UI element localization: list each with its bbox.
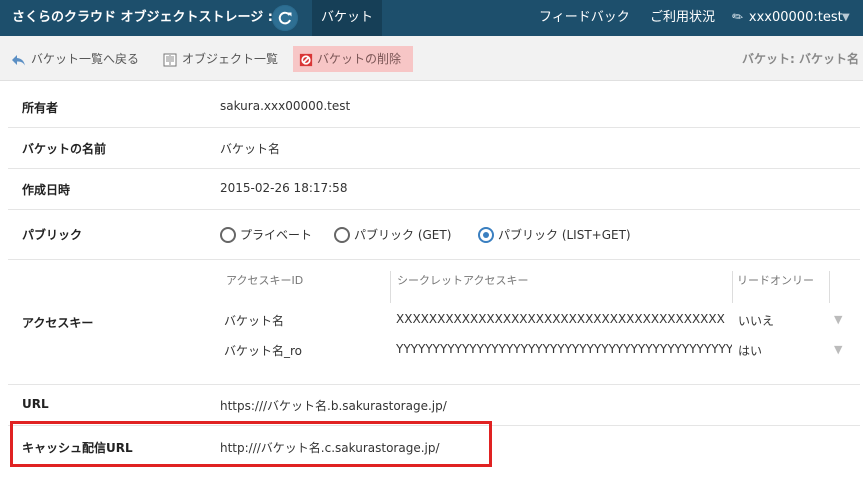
radio-public-get[interactable]: パブリック (GET) xyxy=(334,226,451,244)
access-key-label: アクセスキー xyxy=(22,316,94,330)
access-key-id-cell: バケット名_ro xyxy=(224,344,303,358)
owner-row: 所有者 sakura.xxx00000.test xyxy=(8,84,860,128)
read-only-header: リードオンリー xyxy=(737,274,814,287)
url-value: https:///バケット名.b.sakurastorage.jp/ xyxy=(220,399,447,413)
refresh-button[interactable] xyxy=(272,5,298,31)
top-navigation-bar: さくらのクラウド オブジェクトストレージ : バケット フィードバック ご利用状… xyxy=(0,0,863,36)
bucket-name-label: バケットの名前 xyxy=(22,142,107,156)
public-label: パブリック xyxy=(22,228,83,242)
object-list-label: オブジェクト一覧 xyxy=(182,52,279,66)
back-to-bucket-list-button[interactable]: バケット一覧へ戻る xyxy=(11,46,139,72)
url-row: URL https:///バケット名.b.sakurastorage.jp/ xyxy=(8,384,860,426)
radio-private[interactable]: プライベート xyxy=(220,226,312,244)
refresh-icon xyxy=(278,11,292,25)
user-menu[interactable]: ✎ xxx00000:test xyxy=(729,0,843,36)
usage-status-link[interactable]: ご利用状況 xyxy=(650,0,715,36)
bucket-name-row: バケットの名前 バケット名 xyxy=(8,127,860,169)
column-separator xyxy=(829,271,830,303)
created-value: 2015-02-26 18:17:58 xyxy=(220,181,348,195)
radio-label-private: プライベート xyxy=(240,228,313,242)
owner-value: sakura.xxx00000.test xyxy=(220,99,351,113)
owner-label: 所有者 xyxy=(22,101,59,115)
user-name: xxx00000:test xyxy=(748,10,843,25)
access-key-id-header: アクセスキーID xyxy=(226,274,304,287)
access-key-row: アクセスキー アクセスキーID シークレットアクセスキー リードオンリー バケッ… xyxy=(8,259,860,385)
object-list-button[interactable]: オブジェクト一覧 xyxy=(162,46,278,72)
delete-bucket-button[interactable]: バケットの削除 xyxy=(293,46,413,72)
app-title: さくらのクラウド オブジェクトストレージ : xyxy=(12,10,273,25)
bucket-toolbar: バケット一覧へ戻る オブジェクト一覧 バケットの削除 バケット: バケット名 xyxy=(0,36,863,81)
back-arrow-icon xyxy=(12,54,25,65)
radio-label-public-list-get: パブリック (LIST+GET) xyxy=(498,228,631,242)
book-icon xyxy=(163,53,177,66)
bucket-tab[interactable]: バケット xyxy=(312,0,382,36)
secret-key-header: シークレットアクセスキー xyxy=(397,274,529,287)
column-separator xyxy=(390,271,391,303)
row-dropdown-icon[interactable]: ▼ xyxy=(834,343,842,356)
radio-circle xyxy=(220,226,236,243)
access-key-id-cell: バケット名 xyxy=(224,314,285,328)
feedback-link[interactable]: フィードバック xyxy=(539,0,630,36)
created-label: 作成日時 xyxy=(22,183,71,197)
radio-label-public-get: パブリック (GET) xyxy=(354,228,452,242)
prohibited-icon xyxy=(299,53,313,66)
url-label: URL xyxy=(22,397,49,411)
secret-key-cell: YYYYYYYYYYYYYYYYYYYYYYYYYYYYYYYYYYYYYYYY… xyxy=(396,342,732,356)
column-separator xyxy=(732,271,733,303)
back-label: バケット一覧へ戻る xyxy=(31,52,140,66)
delete-bucket-label: バケットの削除 xyxy=(317,52,402,66)
created-row: 作成日時 2015-02-26 18:17:58 xyxy=(8,168,860,210)
chevron-down-icon[interactable]: ▼ xyxy=(842,0,850,36)
public-access-row: パブリック プライベート パブリック (GET) パブリック (LIST+GET… xyxy=(8,209,860,260)
read-only-cell: はい xyxy=(738,344,763,358)
radio-circle xyxy=(334,226,350,243)
toolbar-title: バケット: バケット名 xyxy=(742,52,859,66)
radio-public-list-get[interactable]: パブリック (LIST+GET) xyxy=(478,226,631,244)
radio-circle-selected xyxy=(478,226,494,243)
secret-key-cell: XXXXXXXXXXXXXXXXXXXXXXXXXXXXXXXXXXXXXXXX xyxy=(396,312,725,326)
highlight-box xyxy=(10,421,492,467)
bucket-name-value: バケット名 xyxy=(220,142,281,156)
read-only-cell: いいえ xyxy=(738,314,775,328)
row-dropdown-icon[interactable]: ▼ xyxy=(834,313,842,326)
